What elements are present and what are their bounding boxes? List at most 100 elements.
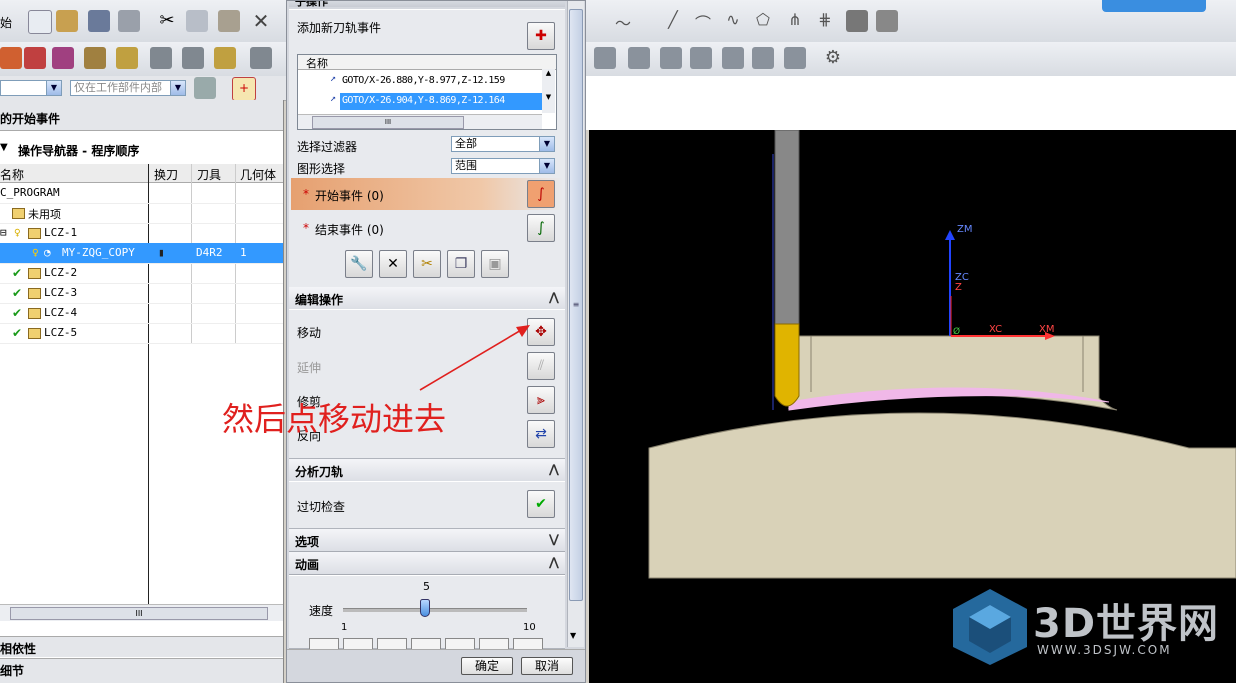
- toolbar-icon[interactable]: [752, 47, 774, 69]
- options-section-header[interactable]: 选项 ⋁: [289, 529, 565, 552]
- filter-settings-icon[interactable]: [194, 77, 216, 99]
- gear-icon[interactable]: ⚙: [822, 47, 844, 69]
- column-header-geometry[interactable]: 几何体: [240, 166, 276, 183]
- overcut-check-button[interactable]: ✔: [527, 490, 555, 518]
- tree-row-lcz2[interactable]: ✔ LCZ-2: [0, 263, 283, 284]
- tree-row-label: MY-ZQG_COPY: [62, 246, 135, 259]
- tree-row-label: LCZ-5: [44, 326, 78, 339]
- scroll-down-icon[interactable]: ▼: [570, 631, 576, 640]
- cut-icon[interactable]: ✂: [413, 250, 441, 278]
- toolbar-icon[interactable]: [84, 47, 106, 69]
- trim-icon[interactable]: ⋔: [784, 10, 806, 32]
- scrollbar-thumb[interactable]: III: [10, 607, 268, 620]
- dialog-title: 子操作: [289, 1, 565, 8]
- toolbar-icon[interactable]: [784, 47, 806, 69]
- add-event-button[interactable]: ✚: [527, 22, 555, 50]
- toolbar-icon[interactable]: [116, 47, 138, 69]
- toolbar-icon[interactable]: [690, 47, 712, 69]
- toolbar-icon[interactable]: [214, 47, 236, 69]
- column-header-row: 名称 换刀 刀具 几何体: [0, 164, 283, 183]
- dependencies-panel[interactable]: 相依性: [0, 636, 283, 657]
- filter-combo[interactable]: 全部 ▼: [451, 136, 555, 152]
- cancel-button[interactable]: 取消: [521, 657, 573, 675]
- end-event-curve-button[interactable]: ∫: [527, 214, 555, 242]
- shape-icon[interactable]: ⬠: [752, 10, 774, 32]
- print-icon[interactable]: [118, 10, 140, 32]
- copy-icon[interactable]: [186, 10, 208, 32]
- project-icon[interactable]: [846, 10, 868, 32]
- speed-slider-thumb[interactable]: [419, 599, 430, 617]
- cut-icon[interactable]: ✂: [156, 10, 178, 32]
- tree-row-lcz4[interactable]: ✔ LCZ-4: [0, 303, 283, 324]
- start-event-curve-button[interactable]: ∫: [527, 180, 555, 208]
- hscroll-thumb[interactable]: III: [312, 116, 464, 129]
- collapse-icon[interactable]: ▼: [0, 142, 8, 153]
- trim-button[interactable]: ⫸: [527, 386, 555, 414]
- toolbar-icon[interactable]: [660, 47, 682, 69]
- open-folder-icon[interactable]: [56, 10, 78, 32]
- folder-icon: [28, 306, 41, 319]
- tree-row-unused[interactable]: 未用项: [0, 203, 283, 224]
- event-list-item[interactable]: ↗ GOTO/X-26.880,Y-8.977,Z-12.159: [330, 73, 540, 90]
- speed-slider-track[interactable]: [343, 608, 527, 612]
- paste-icon[interactable]: [218, 10, 240, 32]
- toolbar-icon[interactable]: [52, 47, 74, 69]
- end-event-row[interactable]: * 结束事件 (0) ∫: [291, 212, 563, 244]
- event-list-header-name[interactable]: 名称: [306, 55, 328, 71]
- line-icon[interactable]: ╱: [662, 10, 684, 32]
- edit-section-header[interactable]: 编辑操作 ⋀: [289, 287, 565, 310]
- spline-icon[interactable]: ∿: [722, 10, 744, 32]
- animation-section-header[interactable]: 动画 ⋀: [289, 552, 565, 575]
- toolbar-icon[interactable]: [0, 47, 22, 69]
- details-panel[interactable]: 细节: [0, 658, 283, 683]
- solid-icon[interactable]: [876, 10, 898, 32]
- ok-button[interactable]: 确定: [461, 657, 513, 675]
- tree-row-lcz5[interactable]: ✔ LCZ-5: [0, 323, 283, 344]
- wrench-icon[interactable]: 🔧: [345, 250, 373, 278]
- arc-icon[interactable]: ⌒: [692, 10, 714, 33]
- column-header-name[interactable]: 名称: [0, 166, 24, 183]
- toolbar-icon[interactable]: [24, 47, 46, 69]
- event-list-item-selected[interactable]: ↗ GOTO/X-26.904,Y-8.869,Z-12.164: [330, 93, 542, 110]
- select-toolpath-icon[interactable]: +: [232, 77, 256, 101]
- delete-icon[interactable]: ✕: [379, 250, 407, 278]
- horizontal-scrollbar[interactable]: III: [0, 604, 283, 621]
- new-file-icon[interactable]: [28, 10, 52, 34]
- event-list-vscroll[interactable]: ▲ ▼: [542, 69, 555, 113]
- save-icon[interactable]: [88, 10, 110, 32]
- paste-icon[interactable]: ▣: [481, 250, 509, 278]
- toolbar-icon[interactable]: [722, 47, 744, 69]
- curve-icon[interactable]: 〜: [612, 10, 634, 33]
- type-filter-combo[interactable]: ▼: [0, 80, 62, 96]
- tree-row-program[interactable]: C_PROGRAM: [0, 183, 283, 204]
- cam-toolbar: [0, 42, 286, 77]
- toolbar-icon[interactable]: [182, 47, 204, 69]
- tree-row-lcz1[interactable]: ⊟ ♀ LCZ-1: [0, 223, 283, 244]
- toolbar-icon[interactable]: [150, 47, 172, 69]
- column-header-tool[interactable]: 刀具: [197, 166, 221, 183]
- column-header-toolchange[interactable]: 换刀: [154, 166, 178, 183]
- tree-row-lcz3[interactable]: ✔ LCZ-3: [0, 283, 283, 304]
- collapse-caret-icon: ⋀: [548, 290, 559, 304]
- toolbar-icon[interactable]: [250, 47, 272, 69]
- event-list-hscroll[interactable]: III: [298, 114, 542, 129]
- dialog-vscroll[interactable]: ≡ ▼: [567, 1, 584, 647]
- move-button[interactable]: ✥: [527, 318, 555, 346]
- toolbar-icon[interactable]: [628, 47, 650, 69]
- reverse-button[interactable]: ⇄: [527, 420, 555, 448]
- offset-icon[interactable]: ⋕: [814, 10, 836, 32]
- tree-row-selected-operation[interactable]: ♀ ◔ MY-ZQG_COPY ▮ D4R2 1: [0, 243, 283, 264]
- account-button[interactable]: [1102, 0, 1206, 12]
- shape-combo[interactable]: 范围 ▼: [451, 158, 555, 174]
- graphics-viewport[interactable]: ZM ZC Z XC XM Ø 3D世界网 WWW.3DSJW.COM: [589, 130, 1236, 683]
- dialog-vscroll-thumb[interactable]: ≡: [569, 9, 583, 601]
- expand-icon[interactable]: ⊟: [0, 226, 7, 239]
- menu-fragment[interactable]: 始: [0, 14, 12, 31]
- delete-icon[interactable]: ✕: [250, 10, 272, 32]
- analyze-section-header[interactable]: 分析刀轨 ⋀: [289, 459, 565, 482]
- extend-button[interactable]: ⫽: [527, 352, 555, 380]
- start-event-row[interactable]: * 开始事件 (0) ∫: [291, 178, 563, 210]
- copy-icon[interactable]: ❐: [447, 250, 475, 278]
- toolbar-icon[interactable]: [594, 47, 616, 69]
- scope-filter-combo[interactable]: 仅在工作部件内部 ▼: [70, 80, 186, 96]
